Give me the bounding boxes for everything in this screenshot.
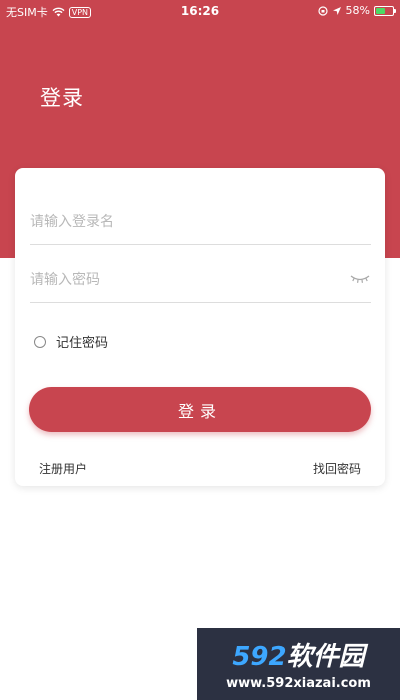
status-right: 58% xyxy=(317,4,396,17)
remember-label: 记住密码 xyxy=(56,336,109,351)
watermark-url: www.592xiazai.com xyxy=(226,676,371,691)
register-link[interactable]: 注册用户 xyxy=(39,460,87,477)
eye-closed-icon[interactable] xyxy=(349,270,371,286)
watermark: 592软件园 www.592xiazai.com xyxy=(197,628,400,700)
watermark-logo-number: 592 xyxy=(232,642,287,672)
orientation-lock-icon xyxy=(317,5,328,16)
login-card: 记住密码 登录 注册用户 找回密码 xyxy=(15,168,385,486)
login-button[interactable]: 登录 xyxy=(29,387,371,432)
status-bar: 无SIM卡 VPN 16:26 58% xyxy=(0,0,400,22)
password-input[interactable] xyxy=(30,262,330,298)
remember-radio[interactable] xyxy=(34,335,46,348)
password-field xyxy=(30,262,371,303)
username-input[interactable] xyxy=(30,204,330,240)
battery-fill xyxy=(376,7,386,14)
watermark-logo-text: 软件园 xyxy=(286,642,365,672)
page-title: 登录 xyxy=(40,86,84,110)
forgot-password-link[interactable]: 找回密码 xyxy=(313,460,361,477)
remember-password-toggle[interactable]: 记住密码 xyxy=(34,332,108,351)
username-field xyxy=(30,204,371,245)
battery-percent: 58% xyxy=(345,4,370,17)
watermark-logo: 592软件园 xyxy=(197,636,400,673)
battery-icon xyxy=(374,5,396,16)
location-arrow-icon xyxy=(332,6,341,15)
